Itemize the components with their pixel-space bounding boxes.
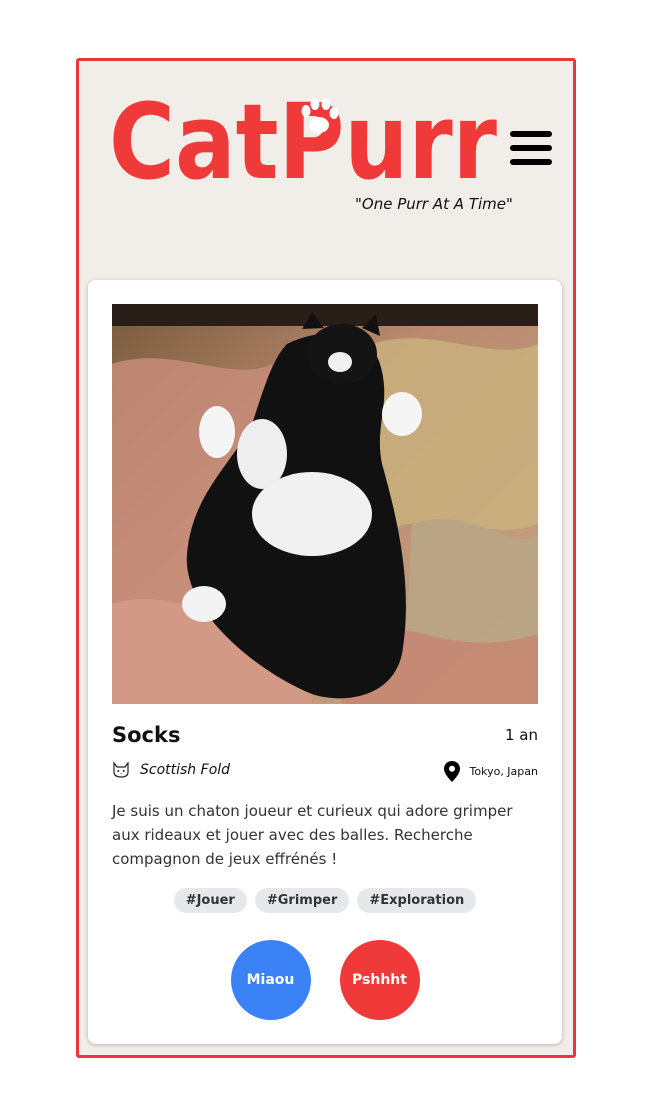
- header: CatPurr "One Purr At A Time": [79, 61, 573, 261]
- hamburger-menu-icon[interactable]: [510, 131, 552, 165]
- profile-card: Socks 1 an Scottish Fold Tokyo, Japan Je…: [88, 280, 562, 1044]
- cat-breed: Scottish Fold: [140, 762, 231, 778]
- cat-age: 1 an: [504, 726, 538, 744]
- map-pin-icon: [443, 761, 460, 782]
- app-frame: CatPurr "One Purr At A Time" Socks 1 an …: [76, 58, 576, 1058]
- logo-text: CatPurr: [109, 85, 497, 190]
- tag-exploration: #Exploration: [357, 888, 477, 913]
- cat-photo: [112, 304, 538, 704]
- cat-location: Tokyo, Japan: [469, 765, 538, 778]
- tagline: "One Purr At A Time": [355, 195, 513, 213]
- miaou-button[interactable]: Miaou: [230, 940, 311, 1020]
- tag-grimper: #Grimper: [254, 888, 350, 913]
- breed-row: Scottish Fold: [112, 762, 230, 778]
- location-row: Tokyo, Japan: [443, 761, 538, 782]
- tag-jouer: #Jouer: [173, 888, 247, 913]
- catpurr-logo[interactable]: CatPurr: [109, 85, 499, 190]
- pshhht-button[interactable]: Pshhht: [339, 940, 420, 1020]
- cat-face-icon: [113, 762, 129, 778]
- action-buttons: Miaou Pshhht: [88, 940, 562, 1020]
- tag-list: #Jouer #Grimper #Exploration: [88, 888, 562, 913]
- cat-description: Je suis un chaton joueur et curieux qui …: [112, 802, 513, 868]
- cat-name: Socks: [112, 723, 181, 747]
